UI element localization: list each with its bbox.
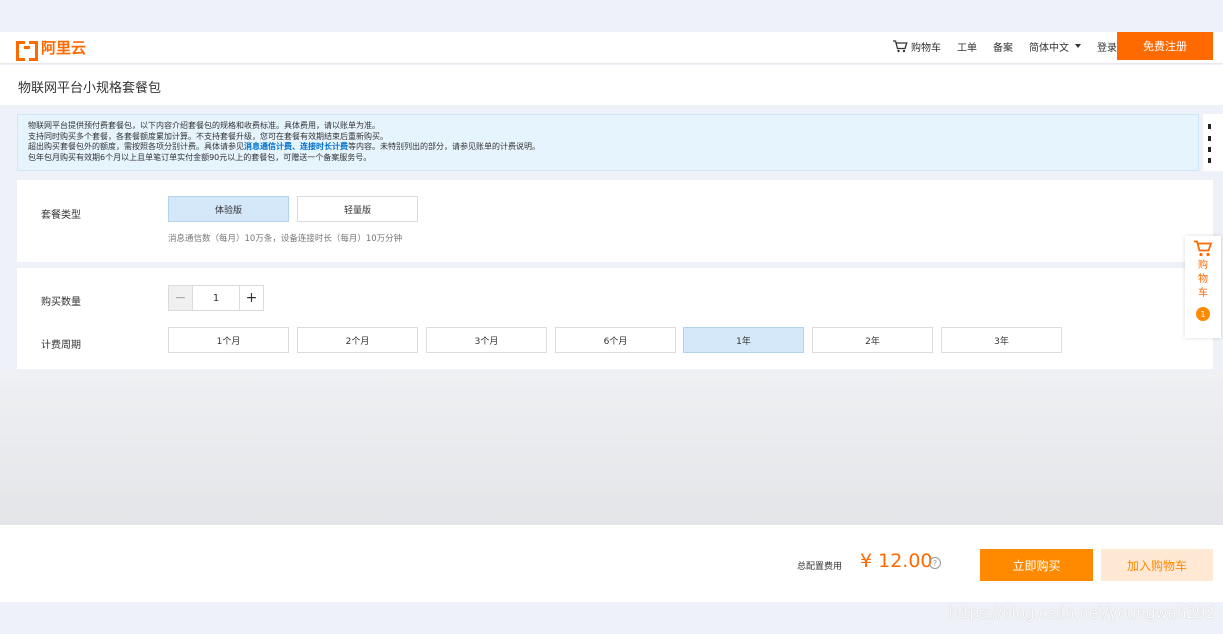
package-option-trial[interactable]: 体验版	[168, 196, 289, 222]
nav-ticket[interactable]: 工单	[957, 39, 977, 54]
message-billing-link[interactable]: 消息通信计费	[244, 142, 292, 151]
notice-line: 超出购买套餐包外的额度，需按照各项分别计费。具体请参见消息通信计费、连接时长计费…	[28, 142, 1188, 153]
cart-count-badge: 1	[1196, 307, 1210, 321]
nav-cart[interactable]: 购物车	[892, 39, 941, 54]
period-option-1-year[interactable]: 1年	[683, 327, 804, 353]
header: 阿里云 购物车 工单 备案 简体中文 登录 免费注册	[0, 32, 1223, 64]
content-spacer	[0, 370, 1223, 525]
nav-cart-label: 购物车	[911, 42, 941, 54]
title-bar: 物联网平台小规格套餐包	[0, 65, 1223, 105]
register-button[interactable]: 免费注册	[1117, 32, 1213, 60]
period-option-3-years[interactable]: 3年	[941, 327, 1062, 353]
notice-separator: 、	[292, 142, 300, 151]
billing-period-label: 计费周期	[41, 340, 81, 351]
checkout-bar: 总配置费用 ¥ 12.00 ? 立即购买 加入购物车	[0, 525, 1223, 602]
notice-line: 支持同时购买多个套餐，各套餐额度累加计算。不支持套餐升级，您可在套餐有效期结束后…	[28, 131, 388, 141]
nav-filing-label: 备案	[993, 42, 1013, 54]
period-option-2-months[interactable]: 2个月	[297, 327, 418, 353]
nav-login-label: 登录	[1097, 42, 1117, 54]
notice-line: 物联网平台提供预付费套餐包，以下内容介绍套餐包的规格和收费标准。具体费用，请以账…	[28, 121, 380, 130]
floating-cart-label: 购物车	[1198, 260, 1208, 299]
notice-line: 包年包月购买有效期6个月以上且单笔订单实付金额90元以上的套餐包，可赠送一个备案…	[28, 152, 372, 162]
info-notice: 物联网平台提供预付费套餐包，以下内容介绍套餐包的规格和收费标准。具体费用，请以账…	[17, 114, 1199, 171]
period-option-3-months[interactable]: 3个月	[426, 327, 547, 353]
notice-text: 等内容。未特别列出的部分，请参见账单的计费说明。	[348, 142, 540, 151]
notice-text: 超出购买套餐包外的额度，需按照各项分别计费。具体请参见	[28, 142, 244, 151]
quantity-increase-button[interactable]: +	[239, 286, 263, 310]
connection-billing-link[interactable]: 连接时长计费	[300, 142, 348, 151]
chevron-down-icon	[1075, 44, 1081, 48]
add-to-cart-button[interactable]: 加入购物车	[1101, 549, 1213, 581]
nav-filing[interactable]: 备案	[993, 39, 1013, 54]
buy-now-button[interactable]: 立即购买	[980, 549, 1093, 581]
package-option-lite[interactable]: 轻量版	[297, 196, 418, 222]
top-strip	[0, 0, 1223, 32]
nav-login[interactable]: 登录	[1097, 39, 1117, 54]
total-cost-label: 总配置费用	[797, 562, 843, 572]
language-selector[interactable]: 简体中文	[1029, 39, 1081, 54]
cart-icon	[1194, 240, 1213, 257]
help-icon[interactable]: ?	[929, 557, 941, 569]
purchase-options-section: 购买数量 − + 计费周期 1个月 2个月 3个月 6个月 1年 2年 3年	[17, 268, 1213, 369]
period-option-1-month[interactable]: 1个月	[168, 327, 289, 353]
language-label: 简体中文	[1029, 42, 1069, 54]
package-type-label: 套餐类型	[41, 210, 81, 221]
page-title: 物联网平台小规格套餐包	[18, 81, 162, 96]
brand-logo[interactable]: 阿里云	[16, 37, 87, 61]
top-nav: 购物车 工单 备案 简体中文 登录	[876, 32, 1117, 60]
aliyun-logo-icon	[16, 40, 38, 61]
total-price: ¥ 12.00	[860, 550, 933, 572]
brand-name: 阿里云	[41, 39, 87, 57]
side-panel-edge	[1203, 114, 1223, 171]
quantity-decrease-button[interactable]: −	[169, 286, 193, 310]
cart-icon	[893, 39, 908, 52]
period-option-2-years[interactable]: 2年	[812, 327, 933, 353]
period-option-6-months[interactable]: 6个月	[555, 327, 676, 353]
package-description: 消息通信数（每月）10万条，设备连接时长（每月）10万分钟	[168, 234, 403, 244]
watermark: https://blog.csdn.net/youngwah292	[948, 604, 1215, 622]
quantity-label: 购买数量	[41, 297, 81, 308]
floating-cart[interactable]: 购物车 1	[1185, 236, 1221, 338]
quantity-input[interactable]	[193, 286, 239, 310]
package-type-section: 套餐类型 体验版 轻量版 消息通信数（每月）10万条，设备连接时长（每月）10万…	[17, 180, 1213, 262]
nav-ticket-label: 工单	[957, 42, 977, 54]
quantity-stepper: − +	[168, 285, 264, 311]
